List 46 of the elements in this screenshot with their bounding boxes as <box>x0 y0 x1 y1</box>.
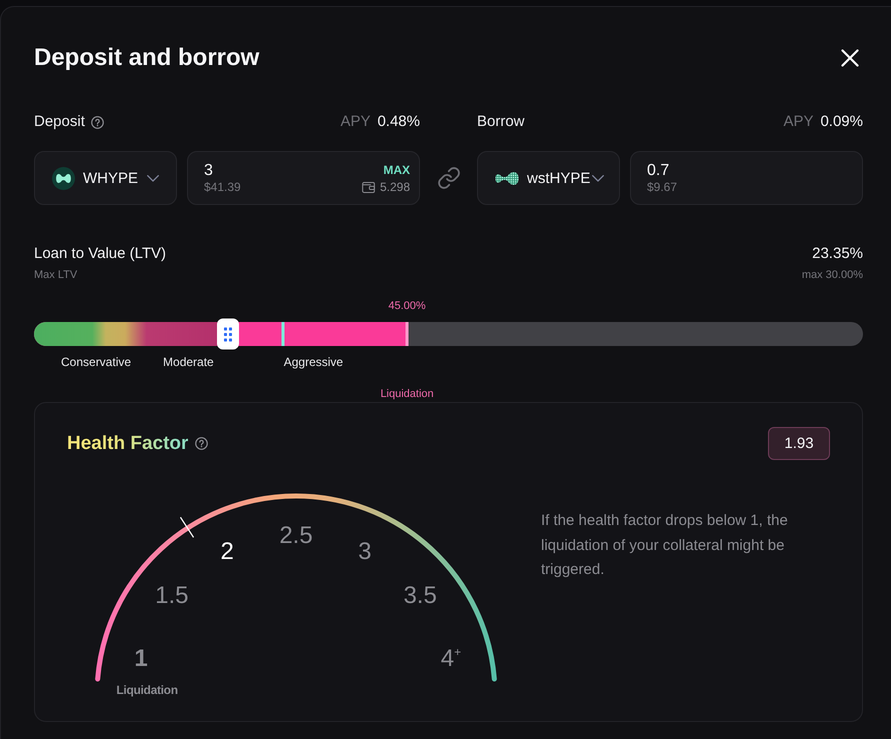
usd-value: $41.39 <box>204 180 241 195</box>
health-description: If the health factor drops below 1, the liquidation of your collateral might be triggered. <box>541 511 789 580</box>
chevron-down-icon <box>147 174 159 182</box>
apy-label: APY <box>340 113 370 131</box>
liquidation-value: 45.00% <box>388 299 426 313</box>
liquidation-caption: Liquidation <box>116 683 178 698</box>
grip-icon <box>224 327 232 341</box>
zone-label: Aggressive <box>284 355 344 369</box>
gauge-tick-label: 1 <box>134 645 148 674</box>
token-select[interactable]: wstHYPE <box>477 151 620 205</box>
token-icon <box>495 170 519 186</box>
gauge-tick-label: 4$^{+}$ <box>440 645 462 674</box>
token-icon <box>52 166 75 190</box>
ltv-subtitle: Max LTV <box>34 268 78 282</box>
wallet-icon <box>362 182 375 193</box>
amount-input[interactable]: 3 <box>204 161 314 180</box>
dialog-title: Deposit and borrow <box>34 44 260 72</box>
close-button[interactable] <box>840 48 860 68</box>
ltv-title: Loan to Value (LTV) <box>34 245 166 263</box>
chevron-down-icon <box>592 174 604 182</box>
link-icon <box>438 167 460 189</box>
token-select[interactable]: WHYPE <box>34 151 177 205</box>
gauge-tick-label: 2 <box>220 538 234 566</box>
apy-value: 0.48% <box>377 113 420 131</box>
section-label: Deposit <box>34 113 85 131</box>
apy-label: APY <box>783 113 814 131</box>
liquidation-label: Liquidation <box>380 387 434 401</box>
usd-value: $9.67 <box>647 180 678 195</box>
section-label: Borrow <box>477 113 525 131</box>
max-button[interactable]: MAX <box>383 161 410 180</box>
close-icon <box>841 49 859 67</box>
slider-handle[interactable] <box>216 318 239 350</box>
gauge-tick-label: 3 <box>358 538 372 566</box>
gauge-tick-label: 1.5 <box>155 582 189 610</box>
health-factor-value: 1.93 <box>768 427 830 460</box>
amount-input[interactable]: 0.7 <box>647 161 757 180</box>
zone-label: Conservative <box>61 355 132 369</box>
help-icon[interactable] <box>195 437 208 450</box>
zone-label: Moderate <box>163 355 214 369</box>
gauge-tick-label: 2.5 <box>279 522 313 550</box>
ltv-value: 23.35% <box>812 245 863 263</box>
apy-value: 0.09% <box>820 113 863 131</box>
wallet-balance: 5.298 <box>380 180 410 195</box>
gauge-tick-label: 3.5 <box>403 582 437 610</box>
max-ltv-value: max 30.00% <box>802 268 863 282</box>
help-icon[interactable] <box>90 116 104 128</box>
